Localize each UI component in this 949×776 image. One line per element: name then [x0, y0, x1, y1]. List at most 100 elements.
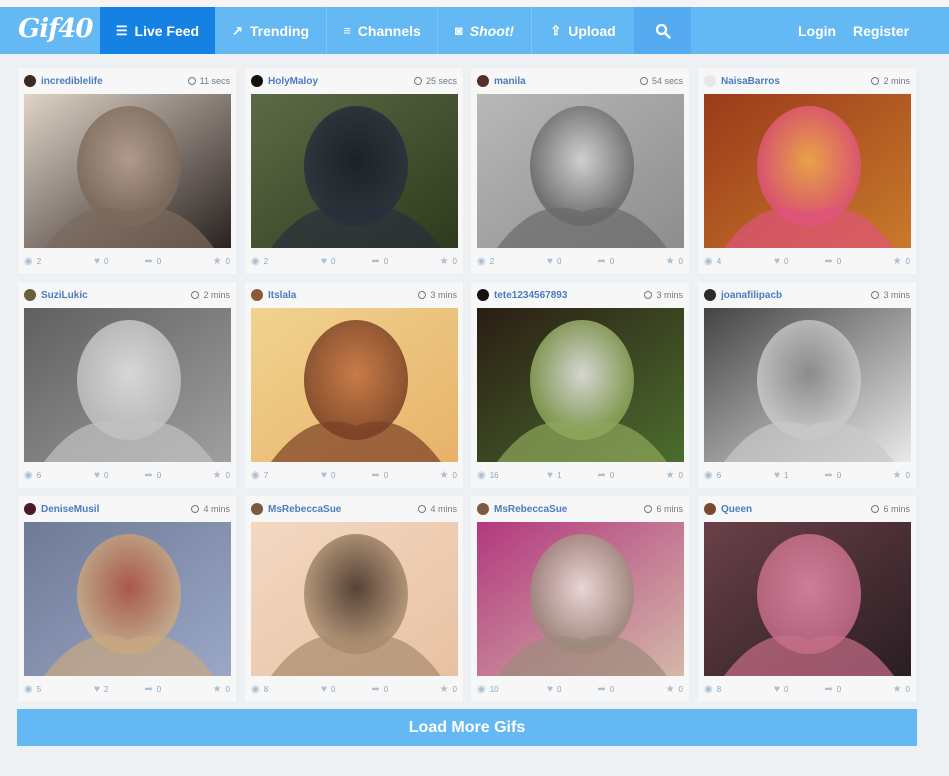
- shares-stat[interactable]: ➦ 0: [580, 683, 632, 695]
- gif-card[interactable]: MsRebeccaSue 6 mins ◉ 10 ♥ 0 ➦ 0 ★ 0: [470, 495, 690, 703]
- favorites-stat[interactable]: ★ 0: [179, 255, 230, 267]
- gif-thumbnail-frame[interactable]: [704, 308, 911, 462]
- username-link[interactable]: incrediblelife: [41, 76, 188, 87]
- gif-card[interactable]: DeniseMusil 4 mins ◉ 5 ♥ 2 ➦ 0 ★ 0: [17, 495, 237, 703]
- avatar[interactable]: [24, 289, 36, 301]
- gif-thumbnail-frame[interactable]: [251, 522, 458, 676]
- username-link[interactable]: Itslala: [268, 290, 418, 301]
- nav-shoot[interactable]: ◙ Shoot!: [438, 7, 532, 54]
- shares-stat[interactable]: ➦ 0: [354, 469, 406, 481]
- avatar[interactable]: [24, 75, 36, 87]
- shares-stat[interactable]: ➦ 0: [354, 683, 406, 695]
- likes-stat[interactable]: ♥ 0: [303, 255, 355, 267]
- gif-thumbnail-frame[interactable]: [477, 94, 684, 248]
- search-button[interactable]: [634, 7, 691, 54]
- likes-stat[interactable]: ♥ 0: [529, 683, 581, 695]
- username-link[interactable]: NaisaBarros: [721, 76, 871, 87]
- username-link[interactable]: DeniseMusil: [41, 504, 191, 515]
- gif-card[interactable]: Itslala 3 mins ◉ 7 ♥ 0 ➦ 0 ★ 0: [244, 281, 464, 489]
- favorites-stat[interactable]: ★ 0: [632, 469, 683, 481]
- nav-upload[interactable]: ⇪ Upload: [532, 7, 634, 54]
- gif-card[interactable]: Queen 6 mins ◉ 8 ♥ 0 ➦ 0 ★ 0: [697, 495, 917, 703]
- site-logo[interactable]: Gif40: [18, 12, 93, 46]
- gif-thumbnail-frame[interactable]: [477, 308, 684, 462]
- shares-stat[interactable]: ➦ 0: [580, 469, 632, 481]
- likes-stat[interactable]: ♥ 0: [529, 255, 581, 267]
- gif-thumbnail-frame[interactable]: [24, 522, 231, 676]
- gif-thumbnail-frame[interactable]: [251, 308, 458, 462]
- gif-thumbnail-frame[interactable]: [24, 308, 231, 462]
- shares-stat[interactable]: ➦ 0: [127, 255, 179, 267]
- likes-stat[interactable]: ♥ 0: [303, 683, 355, 695]
- likes-stat[interactable]: ♥ 0: [756, 255, 808, 267]
- username-link[interactable]: manila: [494, 76, 640, 87]
- likes-stat[interactable]: ♥ 0: [76, 469, 128, 481]
- favorites-stat[interactable]: ★ 0: [632, 683, 683, 695]
- gif-thumbnail-frame[interactable]: [24, 94, 231, 248]
- favorites-stat[interactable]: ★ 0: [859, 469, 910, 481]
- username-link[interactable]: MsRebeccaSue: [494, 504, 644, 515]
- avatar[interactable]: [477, 289, 489, 301]
- gif-card[interactable]: NaisaBarros 2 mins ◉ 4 ♥ 0 ➦ 0 ★ 0: [697, 67, 917, 275]
- register-link[interactable]: Register: [853, 7, 909, 54]
- shares-stat[interactable]: ➦ 0: [807, 255, 859, 267]
- nav-trending[interactable]: ↗ Trending: [215, 7, 327, 54]
- avatar[interactable]: [251, 289, 263, 301]
- favorites-stat[interactable]: ★ 0: [406, 255, 457, 267]
- shares-stat[interactable]: ➦ 0: [807, 683, 859, 695]
- gif-card[interactable]: SuziLukic 2 mins ◉ 6 ♥ 0 ➦ 0 ★ 0: [17, 281, 237, 489]
- username-link[interactable]: joanafilipacb: [721, 290, 871, 301]
- avatar[interactable]: [251, 75, 263, 87]
- username-link[interactable]: SuziLukic: [41, 290, 191, 301]
- likes-stat[interactable]: ♥ 0: [756, 683, 808, 695]
- avatar[interactable]: [24, 503, 36, 515]
- likes-stat[interactable]: ♥ 2: [76, 683, 128, 695]
- shares-stat[interactable]: ➦ 0: [580, 255, 632, 267]
- gif-card[interactable]: joanafilipacb 3 mins ◉ 6 ♥ 1 ➦ 0 ★ 0: [697, 281, 917, 489]
- favorites-stat[interactable]: ★ 0: [406, 469, 457, 481]
- likes-stat[interactable]: ♥ 1: [756, 469, 808, 481]
- shares-stat[interactable]: ➦ 0: [127, 469, 179, 481]
- username-link[interactable]: MsRebeccaSue: [268, 504, 418, 515]
- gif-card[interactable]: MsRebeccaSue 4 mins ◉ 8 ♥ 0 ➦ 0 ★ 0: [244, 495, 464, 703]
- username-link[interactable]: Queen: [721, 504, 871, 515]
- favorites-stat[interactable]: ★ 0: [179, 469, 230, 481]
- avatar[interactable]: [704, 289, 716, 301]
- likes-stat[interactable]: ♥ 0: [303, 469, 355, 481]
- gif-thumbnail-frame[interactable]: [251, 94, 458, 248]
- gif-card[interactable]: manila 54 secs ◉ 2 ♥ 0 ➦ 0 ★ 0: [470, 67, 690, 275]
- post-time: 54 secs: [639, 76, 683, 86]
- shares-stat[interactable]: ➦ 0: [354, 255, 406, 267]
- gif-card[interactable]: HolyMaloy 25 secs ◉ 2 ♥ 0 ➦ 0 ★ 0: [244, 67, 464, 275]
- avatar[interactable]: [251, 503, 263, 515]
- shares-stat[interactable]: ➦ 0: [807, 469, 859, 481]
- favorites-stat[interactable]: ★ 0: [406, 683, 457, 695]
- username-link[interactable]: HolyMaloy: [268, 76, 414, 87]
- nav-channels[interactable]: ≡ Channels: [327, 7, 438, 54]
- avatar[interactable]: [704, 503, 716, 515]
- likes-stat[interactable]: ♥ 1: [529, 469, 581, 481]
- shares-stat[interactable]: ➦ 0: [127, 683, 179, 695]
- favorites-stat[interactable]: ★ 0: [859, 255, 910, 267]
- nav-live-feed[interactable]: ☰ Live Feed: [100, 7, 215, 54]
- login-link[interactable]: Login: [798, 7, 836, 54]
- avatar[interactable]: [477, 75, 489, 87]
- eye-icon: ◉: [477, 469, 486, 481]
- star-icon: ★: [212, 469, 222, 481]
- favorites-stat[interactable]: ★ 0: [632, 255, 683, 267]
- favorites-count: 0: [225, 256, 230, 266]
- favorites-stat[interactable]: ★ 0: [179, 683, 230, 695]
- avatar[interactable]: [477, 503, 489, 515]
- favorites-stat[interactable]: ★ 0: [859, 683, 910, 695]
- gif-thumbnail-frame[interactable]: [704, 522, 911, 676]
- likes-stat[interactable]: ♥ 0: [76, 255, 128, 267]
- gif-stats: ◉ 8 ♥ 0 ➦ 0 ★ 0: [251, 683, 457, 695]
- gif-thumbnail-frame[interactable]: [477, 522, 684, 676]
- gif-thumbnail-frame[interactable]: [704, 94, 911, 248]
- username-link[interactable]: tete1234567893: [494, 290, 644, 301]
- avatar[interactable]: [704, 75, 716, 87]
- gif-card[interactable]: incrediblelife 11 secs ◉ 2 ♥ 0 ➦ 0 ★ 0: [17, 67, 237, 275]
- post-time: 3 mins: [418, 290, 457, 300]
- gif-card[interactable]: tete1234567893 3 mins ◉ 16 ♥ 1 ➦ 0 ★ 0: [470, 281, 690, 489]
- load-more-button[interactable]: Load More Gifs: [17, 709, 917, 746]
